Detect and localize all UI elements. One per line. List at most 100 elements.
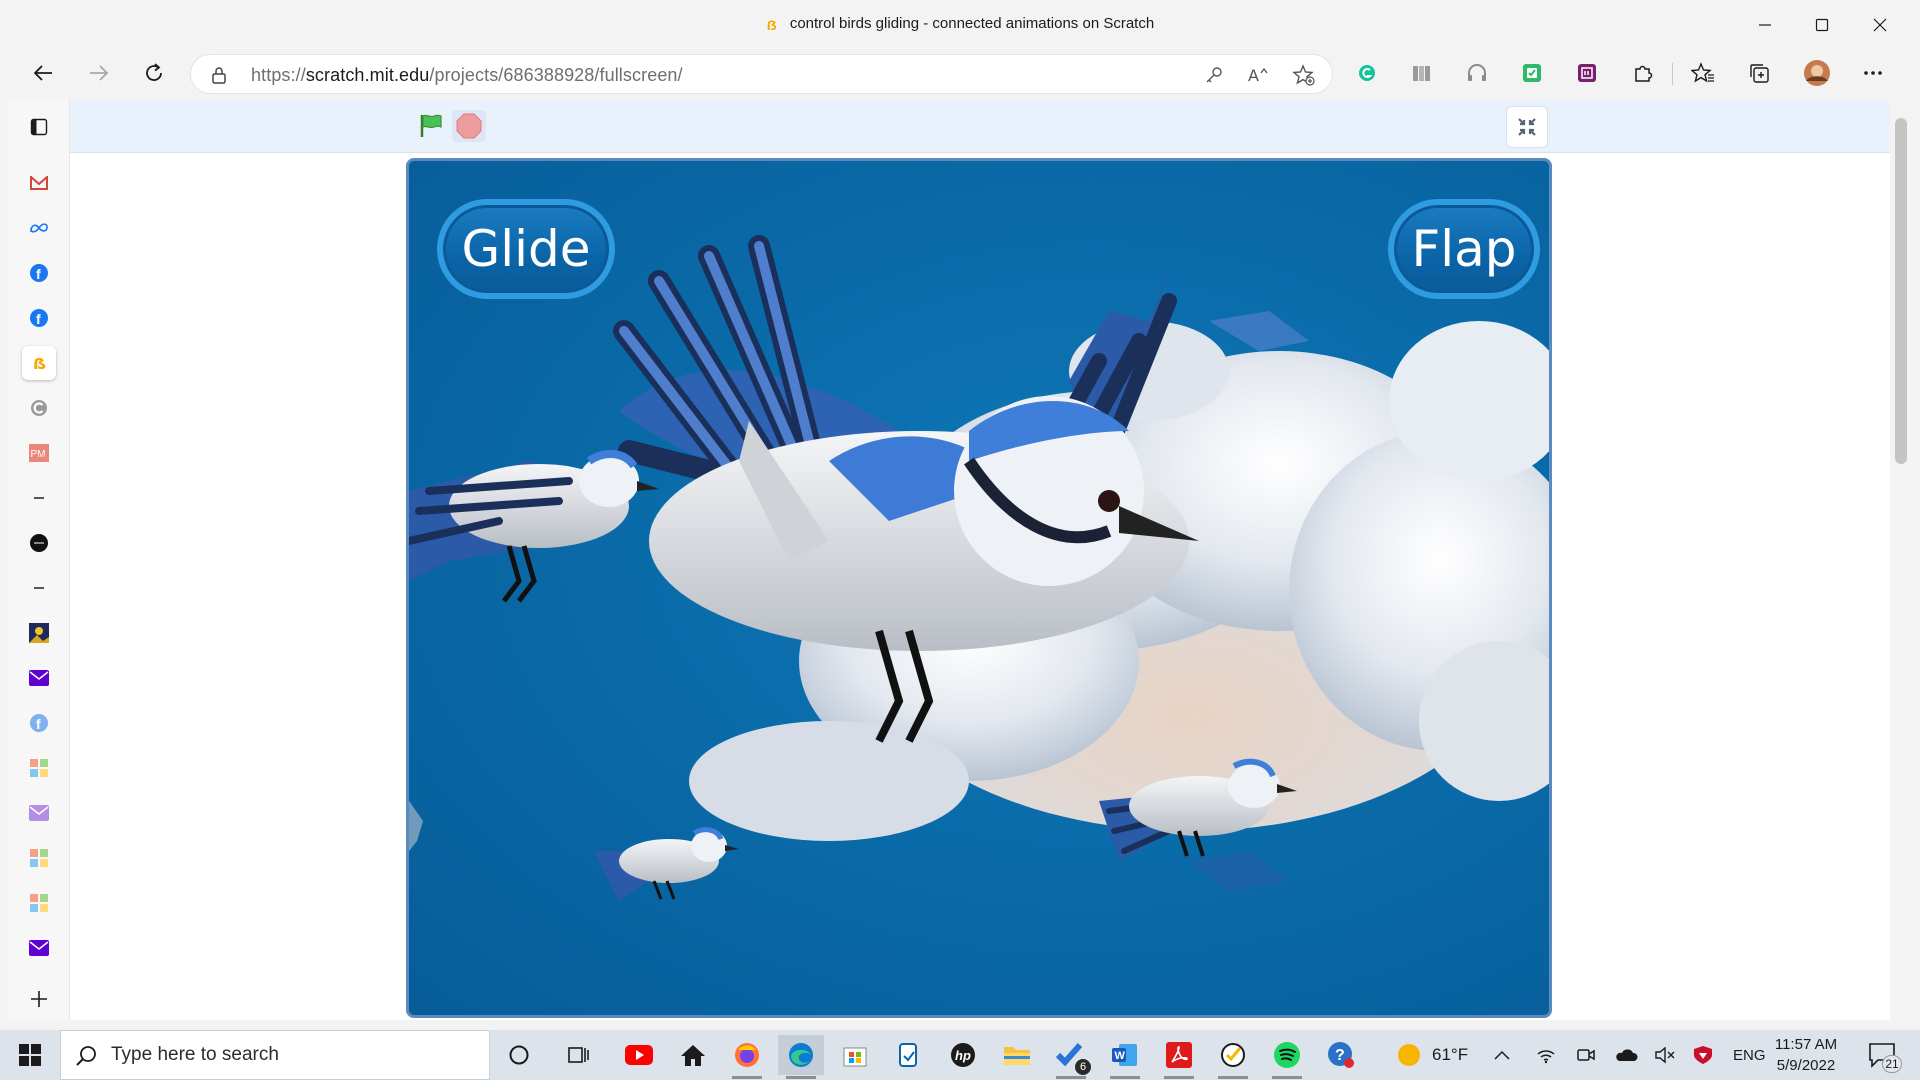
extensions-button[interactable] bbox=[1626, 57, 1660, 89]
taskbar-spotify[interactable] bbox=[1264, 1035, 1310, 1079]
onedrive-button[interactable] bbox=[1614, 1030, 1638, 1080]
glide-button[interactable]: Glide bbox=[437, 199, 615, 299]
tab-yahoo-mail-1[interactable] bbox=[22, 661, 56, 695]
mcafee-tray-button[interactable] bbox=[1692, 1030, 1714, 1080]
forward-button[interactable] bbox=[82, 57, 116, 89]
show-hidden-icons-button[interactable] bbox=[1494, 1030, 1510, 1080]
taskbar-todo[interactable]: 6 bbox=[1048, 1035, 1094, 1079]
grammarly-icon bbox=[1357, 63, 1377, 83]
add-favorite-button[interactable] bbox=[1291, 63, 1317, 87]
window-title-text: control birds gliding - connected animat… bbox=[789, 15, 1155, 32]
scratch-icon: ẞ bbox=[32, 354, 46, 372]
weather-widget[interactable]: 61°F bbox=[1396, 1030, 1468, 1080]
tab-yahoo-mail-3[interactable] bbox=[22, 931, 56, 965]
input-language-button[interactable]: ENG bbox=[1733, 1030, 1766, 1080]
tab-facebook-2[interactable]: f bbox=[22, 301, 56, 335]
svg-text:?: ? bbox=[1335, 1047, 1345, 1064]
green-flag-button[interactable] bbox=[414, 110, 448, 142]
minimize-icon bbox=[1758, 18, 1772, 32]
tab-microsoft-1[interactable] bbox=[22, 751, 56, 785]
page-scrollbar[interactable] bbox=[1890, 100, 1912, 1020]
maximize-button[interactable] bbox=[1802, 10, 1842, 40]
sun-icon bbox=[1396, 1042, 1422, 1068]
tab-microsoft-2[interactable] bbox=[22, 841, 56, 875]
weather-temp: 61°F bbox=[1432, 1045, 1469, 1064]
extension-green-button[interactable] bbox=[1515, 57, 1549, 89]
mail-icon bbox=[29, 940, 49, 956]
tab-microsoft-3[interactable] bbox=[22, 886, 56, 920]
favorites-button[interactable] bbox=[1686, 57, 1720, 89]
svg-text:A: A bbox=[1248, 66, 1259, 85]
microsoft-icon bbox=[30, 849, 48, 867]
settings-more-button[interactable] bbox=[1856, 57, 1890, 89]
taskbar-phone-link[interactable] bbox=[886, 1035, 932, 1075]
meet-now-button[interactable] bbox=[1576, 1030, 1596, 1080]
scrollbar-thumb[interactable] bbox=[1895, 118, 1907, 464]
taskbar-store[interactable] bbox=[832, 1035, 878, 1075]
tab-picture[interactable] bbox=[22, 616, 56, 650]
tab-actions-button[interactable] bbox=[22, 110, 56, 144]
taskbar-help[interactable]: ? bbox=[1318, 1035, 1364, 1075]
picture-thumbnail-icon bbox=[29, 623, 49, 643]
password-key-button[interactable] bbox=[1201, 63, 1227, 87]
facebook-icon: f bbox=[29, 263, 49, 283]
address-bar[interactable]: https://scratch.mit.edu/projects/6863889… bbox=[190, 54, 1333, 94]
collections-button[interactable] bbox=[1742, 57, 1776, 89]
stop-button[interactable] bbox=[452, 110, 486, 142]
tab-scratch-active[interactable]: ẞ bbox=[22, 346, 56, 380]
browser-toolbar: https://scratch.mit.edu/projects/6863889… bbox=[0, 50, 1920, 96]
read-aloud-button[interactable]: A bbox=[1246, 63, 1272, 87]
vertical-tabs-sidebar: f f ẞ PM f bbox=[8, 100, 70, 1020]
tab-yahoo-mail-2[interactable] bbox=[22, 796, 56, 830]
extension-grammarly-button[interactable] bbox=[1350, 57, 1384, 89]
extension-headphones-button[interactable] bbox=[1460, 57, 1494, 89]
start-button[interactable] bbox=[7, 1035, 53, 1075]
flap-button[interactable]: Flap bbox=[1388, 199, 1540, 299]
project-stage[interactable]: Glide Flap bbox=[406, 158, 1552, 1018]
taskbar-home[interactable] bbox=[670, 1035, 716, 1075]
taskbar-norton[interactable] bbox=[1210, 1035, 1256, 1079]
taskbar-youtube[interactable] bbox=[616, 1035, 662, 1075]
network-button[interactable] bbox=[1536, 1030, 1556, 1080]
url-text[interactable]: https://scratch.mit.edu/projects/6863889… bbox=[251, 65, 683, 86]
exit-fullscreen-button[interactable] bbox=[1506, 106, 1548, 148]
clock-date: 5/9/2022 bbox=[1776, 1057, 1836, 1074]
refresh-button[interactable] bbox=[137, 57, 171, 89]
minimize-button[interactable] bbox=[1745, 10, 1785, 40]
language-indicator: ENG bbox=[1733, 1046, 1766, 1064]
tab-grey-c[interactable] bbox=[22, 391, 56, 425]
taskbar-acrobat[interactable] bbox=[1156, 1035, 1202, 1079]
extension-purple-button[interactable] bbox=[1570, 57, 1604, 89]
extension-library-button[interactable] bbox=[1405, 57, 1439, 89]
lock-icon[interactable] bbox=[211, 66, 227, 84]
profile-button[interactable] bbox=[1800, 57, 1834, 89]
taskbar-edge[interactable] bbox=[778, 1035, 824, 1079]
word-icon: W bbox=[1111, 1042, 1139, 1068]
tab-facebook-1[interactable]: f bbox=[22, 256, 56, 290]
tab-dash-1[interactable] bbox=[22, 481, 56, 515]
mail-icon bbox=[29, 670, 49, 686]
taskbar-hp[interactable]: hp bbox=[940, 1035, 986, 1075]
meta-icon bbox=[29, 222, 49, 234]
notifications-button[interactable]: 21 bbox=[1868, 1030, 1902, 1080]
tab-black-circle[interactable] bbox=[22, 526, 56, 560]
new-tab-button[interactable] bbox=[22, 982, 56, 1016]
taskbar-word[interactable]: W bbox=[1102, 1035, 1148, 1079]
cortana-button[interactable] bbox=[496, 1035, 542, 1075]
phone-link-icon bbox=[897, 1042, 921, 1068]
close-window-button[interactable] bbox=[1860, 10, 1900, 40]
back-button[interactable] bbox=[26, 57, 60, 89]
tab-pm[interactable]: PM bbox=[22, 436, 56, 470]
volume-button[interactable] bbox=[1654, 1030, 1676, 1080]
taskbar-search-box[interactable]: Type here to search bbox=[60, 1030, 490, 1080]
task-view-button[interactable] bbox=[556, 1035, 602, 1075]
taskbar-firefox[interactable] bbox=[724, 1035, 770, 1079]
tab-dash-2[interactable] bbox=[22, 571, 56, 605]
taskbar-clock[interactable]: 11:57 AM 5/9/2022 bbox=[1764, 1034, 1848, 1076]
tab-facebook-3[interactable]: f bbox=[22, 706, 56, 740]
tab-gmail[interactable] bbox=[22, 166, 56, 200]
taskbar-file-explorer[interactable] bbox=[994, 1035, 1040, 1075]
microsoft-store-icon bbox=[842, 1042, 868, 1068]
tab-meta[interactable] bbox=[22, 211, 56, 245]
muted-speaker-icon bbox=[1654, 1046, 1676, 1064]
